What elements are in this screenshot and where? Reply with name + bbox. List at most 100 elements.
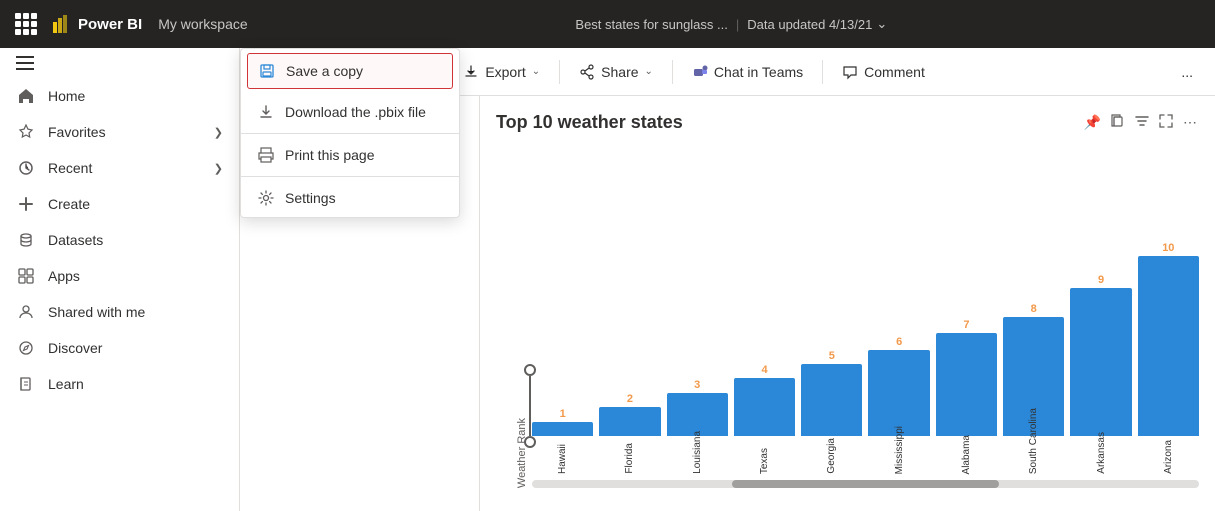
comment-button[interactable]: Comment xyxy=(831,57,936,87)
bar-group-3: 4Texas xyxy=(734,145,795,436)
pin-icon[interactable]: 📌 xyxy=(1082,112,1103,133)
bar-value-5: 6 xyxy=(896,336,902,348)
share-chevron-icon: ⌄ xyxy=(645,66,653,77)
sidebar-item-home[interactable]: Home xyxy=(0,78,239,114)
bar-group-9: 10Arizona xyxy=(1138,145,1199,436)
copy-icon[interactable] xyxy=(1109,112,1127,133)
more-chart-options-icon[interactable]: ⋯ xyxy=(1181,112,1199,133)
download-pbix-button[interactable]: Download the .pbix file xyxy=(241,96,459,131)
bar-rect-3[interactable] xyxy=(734,378,795,436)
file-dropdown-menu: Save a copy Download the .pbix file xyxy=(240,96,460,218)
separator-3 xyxy=(672,60,673,84)
print-page-button[interactable]: Print this page xyxy=(241,136,459,174)
sidebar-label-favorites: Favorites xyxy=(48,124,202,140)
bar-label-5: Mississippi xyxy=(894,426,905,474)
scrollbar-thumb[interactable] xyxy=(732,480,999,488)
sidebar-item-favorites[interactable]: Favorites ❯ xyxy=(0,114,239,150)
share-icon xyxy=(579,64,595,80)
sidebar-label-datasets: Datasets xyxy=(48,232,223,248)
menu-separator-2 xyxy=(241,176,459,177)
report-info: Best states for sunglass ... | Data upda… xyxy=(260,16,1203,32)
bar-group-1: 2Florida xyxy=(599,145,660,436)
workspace-label[interactable]: My workspace xyxy=(158,16,247,32)
hamburger-icon xyxy=(16,56,34,70)
sidebar-item-recent[interactable]: Recent ❯ xyxy=(0,150,239,186)
menu-separator-1 xyxy=(241,133,459,134)
share-label: Share xyxy=(601,64,638,80)
print-page-label: Print this page xyxy=(285,147,375,163)
hamburger-button[interactable] xyxy=(0,48,239,78)
home-icon xyxy=(16,86,36,106)
settings-label: Settings xyxy=(285,190,336,206)
separator-2 xyxy=(559,60,560,84)
sidebar-item-apps[interactable]: Apps xyxy=(0,258,239,294)
powerbi-logo-icon xyxy=(52,14,72,34)
report-title: Best states for sunglass ... xyxy=(575,17,727,32)
content-area: Top 10 weather states Top 10 affordable … xyxy=(240,96,1215,511)
bar-label-7: South Carolina xyxy=(1028,408,1039,474)
sidebar-label-apps: Apps xyxy=(48,268,223,284)
person-icon xyxy=(16,302,36,322)
sidebar-label-learn: Learn xyxy=(48,376,223,392)
bar-rect-4[interactable] xyxy=(801,364,862,436)
topbar: Power BI My workspace Best states for su… xyxy=(0,0,1215,48)
sidebar-item-discover[interactable]: Discover xyxy=(0,330,239,366)
bars-container: 1Hawaii2Florida3Louisiana4Texas5Georgia6… xyxy=(532,145,1199,476)
expand-icon[interactable] xyxy=(1157,112,1175,133)
export-button[interactable]: Export ⌄ xyxy=(452,57,551,87)
bar-label-2: Louisiana xyxy=(692,431,703,474)
bar-value-8: 9 xyxy=(1098,274,1104,286)
main-content: Pages ❮❮ File ⌄ Export ⌄ xyxy=(240,48,1215,511)
chart-body: 1Hawaii2Florida3Louisiana4Texas5Georgia6… xyxy=(532,145,1199,488)
chart-area: Top 10 weather states 📌 ⋯ xyxy=(480,96,1215,511)
filter-icon[interactable] xyxy=(1133,112,1151,133)
bar-value-1: 2 xyxy=(627,393,633,405)
star-icon xyxy=(16,122,36,142)
export-chevron-icon: ⌄ xyxy=(532,66,540,77)
settings-button[interactable]: Settings xyxy=(241,179,459,217)
chevron-right-icon-2: ❯ xyxy=(214,162,223,175)
bar-rect-1[interactable] xyxy=(599,407,660,436)
sidebar-item-datasets[interactable]: Datasets xyxy=(0,222,239,258)
bar-rect-9[interactable] xyxy=(1138,256,1199,436)
more-options-button[interactable]: ... xyxy=(1175,58,1199,86)
sidebar-label-shared: Shared with me xyxy=(48,304,223,320)
sidebar-label-home: Home xyxy=(48,88,223,104)
chart-scrollbar[interactable] xyxy=(532,480,1199,488)
sidebar: Home Favorites ❯ Recent ❯ Create xyxy=(0,48,240,511)
bar-group-0: 1Hawaii xyxy=(532,145,593,436)
comment-icon xyxy=(842,64,858,80)
sidebar-item-create[interactable]: Create xyxy=(0,186,239,222)
sidebar-item-learn[interactable]: Learn xyxy=(0,366,239,402)
bar-group-4: 5Georgia xyxy=(801,145,862,436)
bar-rect-0[interactable] xyxy=(532,422,593,436)
bar-group-5: 6Mississippi xyxy=(868,145,929,436)
waffle-button[interactable] xyxy=(12,10,40,38)
teams-icon xyxy=(692,64,708,80)
data-updated[interactable]: Data updated 4/13/21 ⌄ xyxy=(747,16,887,32)
share-button[interactable]: Share ⌄ xyxy=(568,57,664,87)
download-pbix-label: Download the .pbix file xyxy=(285,104,426,120)
clock-icon xyxy=(16,158,36,178)
bar-value-6: 7 xyxy=(963,319,969,331)
y-axis-label: Weather Rank xyxy=(516,418,528,488)
separator-4 xyxy=(822,60,823,84)
bar-label-8: Arkansas xyxy=(1096,432,1107,474)
layout: Home Favorites ❯ Recent ❯ Create xyxy=(0,48,1215,511)
sidebar-item-shared[interactable]: Shared with me xyxy=(0,294,239,330)
plus-icon xyxy=(16,194,36,214)
bar-rect-8[interactable] xyxy=(1070,288,1131,436)
bar-value-3: 4 xyxy=(761,364,767,376)
sidebar-label-recent: Recent xyxy=(48,160,202,176)
bar-group-6: 7Alabama xyxy=(936,145,997,436)
bar-value-9: 10 xyxy=(1162,242,1174,254)
bar-label-3: Texas xyxy=(759,448,770,474)
bar-rect-6[interactable] xyxy=(936,333,997,436)
bar-label-6: Alabama xyxy=(961,435,972,474)
chat-in-teams-button[interactable]: Chat in Teams xyxy=(681,57,814,87)
settings-icon xyxy=(257,189,275,207)
comment-label: Comment xyxy=(864,64,925,80)
bar-rect-5[interactable] xyxy=(868,350,929,436)
bar-label-4: Georgia xyxy=(826,438,837,474)
bar-rect-2[interactable] xyxy=(667,393,728,436)
